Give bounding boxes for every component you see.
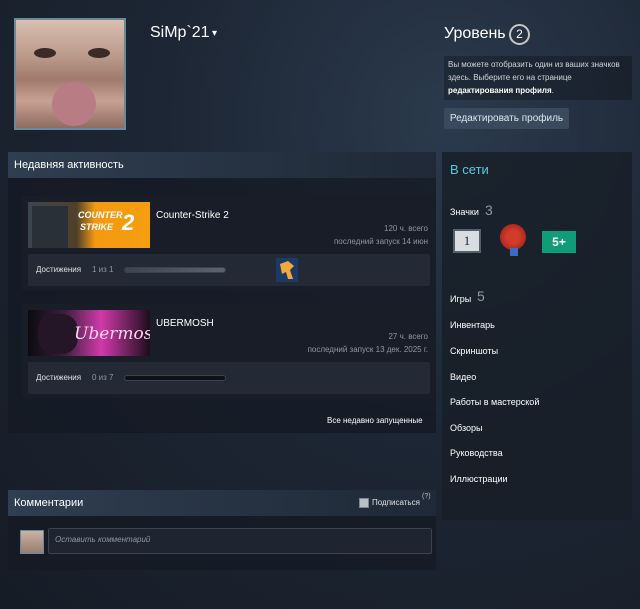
games-count[interactable]: 5 [477, 288, 485, 304]
comment-avatar [20, 530, 44, 554]
counter-strike-2-capsule[interactable]: COUNTER STRIKE 2 [28, 202, 150, 248]
game-name[interactable]: Counter-Strike 2 [156, 210, 229, 221]
level-description-end: . [551, 86, 554, 95]
online-status: В сети [450, 162, 489, 177]
game-hours: 27 ч. всего [388, 332, 428, 341]
avatar-eye-right [88, 48, 110, 58]
achievements-label: Достижения [36, 265, 82, 274]
achievements-progress-bar [124, 375, 226, 381]
sidebar-link-artwork[interactable]: Иллюстрации [450, 474, 508, 484]
level-description-text: Вы можете отобразить один из ваших значк… [448, 60, 620, 82]
profile-avatar [14, 18, 126, 130]
game-last-played: последний запуск 14 июн [333, 237, 428, 246]
badge-ribbon-icon [510, 248, 518, 256]
achievements-progress-fill [125, 268, 225, 272]
comment-input[interactable]: Оставить комментарий [48, 528, 432, 554]
badges-count[interactable]: 3 [485, 202, 493, 218]
badge-games-owned-icon[interactable]: 5+ [542, 231, 576, 253]
achievements-label: Достижения [36, 373, 82, 382]
sidebar-link-videos[interactable]: Видео [450, 372, 476, 382]
achievement-icon[interactable] [276, 258, 298, 282]
cs-logo-line1: COUNTER [78, 210, 123, 220]
recent-activity-panel: Недавняя активность COUNTER STRIKE 2 Cou… [8, 152, 436, 433]
game-last-played: последний запуск 13 дек. 2025 г. [307, 345, 428, 354]
recent-activity-header: Недавняя активность [8, 152, 436, 178]
avatar-eye-left [34, 48, 56, 58]
sidebar-link-guides[interactable]: Руководства [450, 448, 503, 458]
sidebar-link-screenshots[interactable]: Скриншоты [450, 346, 498, 356]
subscribe-checkbox[interactable] [359, 498, 369, 508]
achievements-progress-bar [124, 267, 226, 273]
chevron-down-icon[interactable]: ▾ [212, 28, 217, 39]
comments-header: Комментарии Подписаться (?) [8, 490, 436, 516]
achievements-count: 1 из 1 [92, 265, 114, 274]
game-name[interactable]: UBERMOSH [156, 318, 214, 329]
ubermosh-capsule[interactable]: Ubermosh [28, 310, 150, 356]
badge-years-service-icon[interactable]: 1 [453, 229, 481, 253]
persona-name[interactable]: SiMp`21 [150, 24, 210, 42]
all-recent-games-link[interactable]: Все недавно запущенные [327, 416, 423, 425]
cs-logo-line2: STRIKE [80, 222, 114, 232]
ubermosh-character [38, 314, 78, 354]
ubermosh-logo: Ubermosh [74, 324, 150, 344]
comments-panel: Комментарии Подписаться (?) Оставить ком… [8, 490, 436, 570]
achievements-row[interactable]: Достижения 1 из 1 [28, 254, 430, 286]
badges-link[interactable]: Значки [450, 207, 479, 217]
sidebar-link-inventory[interactable]: Инвентарь [450, 320, 495, 330]
edit-profile-button[interactable]: Редактировать профиль [444, 108, 569, 129]
achievements-row[interactable]: Достижения 0 из 7 [28, 362, 430, 394]
profile-sidebar: В сети Значки 3 1 5+ Игры 5 Инвентарь Ск… [442, 152, 632, 520]
cs-logo-number: 2 [122, 210, 135, 235]
avatar-nose [52, 82, 96, 126]
level-description: Вы можете отобразить один из ваших значк… [444, 56, 632, 100]
help-icon[interactable]: (?) [422, 493, 431, 500]
edit-profile-link[interactable]: редактирования профиля [448, 86, 552, 95]
game-hours: 120 ч. всего [384, 224, 428, 233]
level-badge: 2 [509, 24, 530, 45]
sidebar-link-reviews[interactable]: Обзоры [450, 423, 482, 433]
subscribe-label[interactable]: Подписаться [372, 498, 420, 507]
badge-red-seal-icon[interactable] [500, 224, 526, 250]
soldier-figure [32, 206, 68, 248]
comments-title: Комментарии [14, 497, 84, 509]
games-link[interactable]: Игры [450, 294, 471, 304]
game-entry-ubermosh: Ubermosh UBERMOSH 27 ч. всего последний … [22, 304, 436, 398]
sidebar-link-workshop[interactable]: Работы в мастерской [450, 397, 539, 407]
achievements-count: 0 из 7 [92, 373, 114, 382]
game-entry-counter-strike: COUNTER STRIKE 2 Counter-Strike 2 120 ч.… [22, 196, 436, 290]
level-title: Уровень [444, 25, 506, 42]
